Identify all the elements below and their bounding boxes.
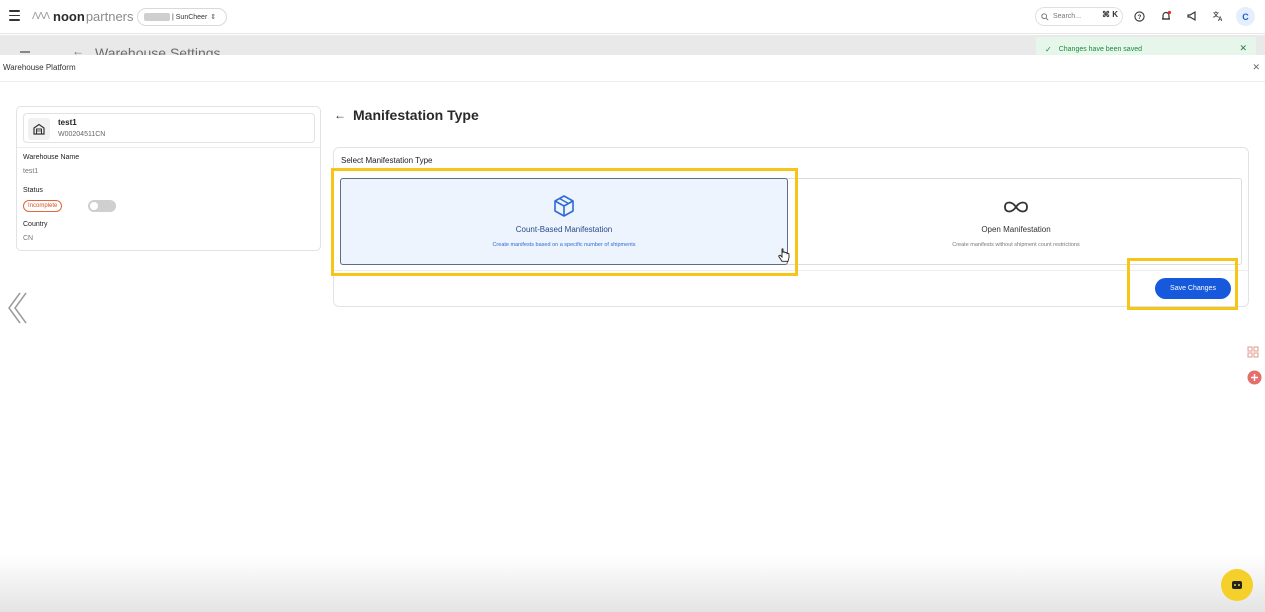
- search-input[interactable]: Search... ⌘ K: [1035, 7, 1123, 26]
- warehouse-code: W00204511CN: [58, 131, 106, 138]
- check-icon: ✓: [1045, 44, 1052, 54]
- toast-message: Changes have been saved: [1058, 45, 1142, 53]
- warehouse-header: test1 W00204511CN: [23, 113, 315, 143]
- background-menu-icon: [20, 51, 30, 53]
- background-page-title: Warehouse Settings: [95, 45, 221, 55]
- bottom-shade: [0, 555, 1265, 612]
- search-icon: [1041, 12, 1049, 21]
- notification-bell-icon[interactable]: [1159, 9, 1173, 23]
- highlight-box-save: [1127, 258, 1238, 310]
- top-nav-bar: ΛΛΛ noon partners | SunCheer ⇕ Search...…: [0, 0, 1265, 34]
- svg-text:A: A: [1218, 17, 1223, 22]
- status-badge: Incomplete: [23, 200, 63, 212]
- section-label: Select Manifestation Type: [341, 156, 433, 165]
- modal-title: Warehouse Platform: [3, 63, 76, 72]
- modal-divider: [0, 81, 1265, 82]
- avatar[interactable]: C: [1236, 7, 1255, 26]
- logo-brand: noon: [53, 9, 85, 24]
- menu-icon[interactable]: [9, 10, 20, 22]
- status-toggle[interactable]: [88, 200, 116, 212]
- toggle-knob: [90, 202, 98, 210]
- translate-icon[interactable]: 文A: [1211, 9, 1225, 23]
- highlight-box-option: [331, 168, 798, 276]
- chat-assistant-button[interactable]: [1221, 569, 1253, 601]
- hand-cursor-icon: [778, 248, 790, 262]
- warehouse-name: test1: [58, 118, 77, 127]
- store-name: | SunCheer: [172, 13, 208, 21]
- logo-suffix: partners: [85, 9, 134, 24]
- megaphone-icon[interactable]: [1185, 9, 1199, 23]
- grid-apps-icon[interactable]: [1247, 346, 1259, 358]
- svg-text:?: ?: [1137, 13, 1141, 20]
- status-label: Status: [23, 187, 43, 194]
- chevron-updown-icon: ⇕: [210, 14, 217, 21]
- store-selector[interactable]: | SunCheer ⇕: [137, 8, 227, 26]
- background-back-arrow-icon: ←: [72, 44, 84, 55]
- search-shortcut: ⌘ K: [1102, 10, 1118, 19]
- info-divider: [17, 147, 320, 148]
- warehouse-icon: [28, 118, 50, 140]
- logo-mark-icon: ΛΛΛ: [32, 11, 50, 22]
- page-title: Manifestation Type: [353, 107, 479, 123]
- toast-close-icon[interactable]: ✕: [1239, 43, 1247, 54]
- logo[interactable]: ΛΛΛ noon partners: [32, 9, 134, 24]
- option-open[interactable]: Open Manifestation Create manifests with…: [791, 179, 1241, 264]
- option-description: Create manifests without shipment count …: [952, 242, 1080, 248]
- back-arrow-icon[interactable]: ←: [334, 108, 346, 122]
- warehouse-platform-modal: Warehouse Platform ✕ test1 W00204511CN W…: [0, 55, 1265, 612]
- search-placeholder: Search...: [1053, 13, 1082, 20]
- help-icon[interactable]: ?: [1132, 9, 1146, 23]
- warehouse-info-card: test1 W00204511CN Warehouse Name test1 S…: [16, 106, 321, 251]
- warehouse-name-value: test1: [23, 168, 39, 175]
- infinity-icon: [1004, 201, 1028, 213]
- country-value: CN: [23, 235, 34, 242]
- warehouse-name-label: Warehouse Name: [23, 154, 80, 161]
- extension-icon[interactable]: [1247, 370, 1262, 385]
- chat-bot-icon: [1232, 581, 1242, 589]
- chevron-left-icon[interactable]: [4, 290, 30, 326]
- option-title: Open Manifestation: [981, 225, 1051, 234]
- modal-close-icon[interactable]: ✕: [1252, 62, 1260, 73]
- country-label: Country: [23, 221, 48, 228]
- store-logo: [144, 13, 170, 21]
